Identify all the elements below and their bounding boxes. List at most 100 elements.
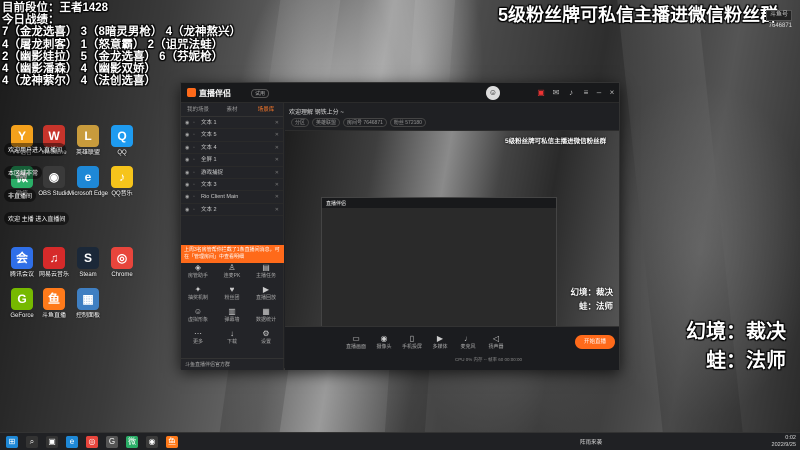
category-value[interactable]: 英雄联盟 xyxy=(312,118,341,127)
source-item[interactable]: ◉ ▫ 文本 4 ✕ xyxy=(181,142,283,155)
taskbar-task-view-icon[interactable]: ▣ xyxy=(46,436,58,448)
tool-button[interactable]: ▦ 数据统计 xyxy=(249,307,283,329)
tool-button[interactable]: ⚙ 设置 xyxy=(249,329,283,351)
gift-icon[interactable]: ▣ xyxy=(536,88,546,98)
tool-button[interactable]: ☺ 虚拟形象 xyxy=(181,307,215,329)
douyu-logo: 斗鱼号 xyxy=(765,10,792,21)
eye-icon[interactable]: ◉ xyxy=(185,167,193,179)
source-item[interactable]: ◉ ▫ 文本 5 ✕ xyxy=(181,129,283,142)
eye-icon[interactable]: ◉ xyxy=(185,129,193,141)
delete-icon[interactable]: ✕ xyxy=(275,142,279,154)
taskbar-douyu-icon[interactable]: 鱼 xyxy=(166,436,178,448)
delete-icon[interactable]: ✕ xyxy=(275,204,279,216)
taskbar-chrome-icon[interactable]: ◎ xyxy=(86,436,98,448)
tool-button[interactable]: ♙ 连麦PK xyxy=(215,263,249,285)
start-live-button[interactable]: 开始直播 xyxy=(575,335,615,349)
app-icon: S xyxy=(77,247,99,269)
avatar[interactable]: ☺ xyxy=(486,86,500,100)
tab-my-scenes[interactable]: 我的场景 xyxy=(181,103,215,116)
taskbar-wechat-icon[interactable]: 微 xyxy=(126,436,138,448)
delete-icon[interactable]: ✕ xyxy=(275,154,279,166)
menu-icon[interactable]: ≡ xyxy=(581,88,591,98)
control-button[interactable]: ▭ 直播画面 xyxy=(343,334,369,351)
tool-button[interactable]: ♥ 粉丝团 xyxy=(215,285,249,307)
official-group-link[interactable]: 斗鱼直播伴侣官方群 xyxy=(181,358,284,370)
tool-button[interactable]: ⋯ 更多 xyxy=(181,329,215,351)
source-item[interactable]: ◉ ▫ 文本 2 ✕ xyxy=(181,204,283,217)
tool-button[interactable]: ◈ 房管助手 xyxy=(181,263,215,285)
desktop-icon[interactable]: ◎ Chrome xyxy=(102,247,142,287)
eye-icon[interactable]: ◉ xyxy=(185,191,193,203)
lock-icon[interactable]: ▫ xyxy=(193,129,201,141)
system-clock[interactable]: 0:02 2022/9/25 xyxy=(772,435,796,449)
lock-icon[interactable]: ▫ xyxy=(193,142,201,154)
delete-icon[interactable]: ✕ xyxy=(275,117,279,129)
room-title[interactable]: 欢迎理解 钢铁上分 ~ xyxy=(289,107,344,116)
eye-icon[interactable]: ◉ xyxy=(185,117,193,129)
minimize-icon[interactable]: – xyxy=(594,88,604,98)
mail-icon[interactable]: ✉ xyxy=(551,88,561,98)
desktop-icon[interactable]: ▦ 控制面板 xyxy=(68,288,108,328)
lock-icon[interactable]: ▫ xyxy=(193,179,201,191)
app-logo: 直播伴侣 xyxy=(187,88,231,99)
title-bar[interactable]: 直播伴侣 试用 ☺ ▣ ✉ ♪ ≡ – × xyxy=(181,83,619,103)
eye-icon[interactable]: ◉ xyxy=(185,179,193,191)
room-number: 房间号 7646871 xyxy=(343,118,387,127)
delete-icon[interactable]: ✕ xyxy=(275,179,279,191)
lock-icon[interactable]: ▫ xyxy=(193,191,201,203)
eye-icon[interactable]: ◉ xyxy=(185,154,193,166)
tab-scene-library[interactable]: 场景库 xyxy=(249,103,283,116)
taskbar-windows-icon[interactable]: ⊞ xyxy=(6,436,18,448)
nested-title: 直播伴侣 xyxy=(322,198,556,208)
delete-icon[interactable]: ✕ xyxy=(275,167,279,179)
app-icon: G xyxy=(11,288,33,310)
lock-icon[interactable]: ▫ xyxy=(193,204,201,216)
tool-button[interactable]: ✦ 抽奖机制 xyxy=(181,285,215,307)
source-label: 游戏捕捉 xyxy=(201,169,224,176)
control-button[interactable]: ◁ 扬声器 xyxy=(483,334,509,351)
lock-icon[interactable]: ▫ xyxy=(193,154,201,166)
desktop-icon[interactable]: Q QQ xyxy=(102,125,142,165)
eye-icon[interactable]: ◉ xyxy=(185,142,193,154)
tool-icon: ▦ xyxy=(262,307,270,316)
weather-widget[interactable]: 阵雨来袭 xyxy=(580,438,602,446)
lock-icon[interactable]: ▫ xyxy=(193,167,201,179)
version-badge[interactable]: 试用 xyxy=(251,89,270,98)
tool-label: 抽奖机制 xyxy=(187,295,208,301)
bell-icon[interactable]: ♪ xyxy=(566,88,576,98)
taskbar-search-icon[interactable]: ⌕ xyxy=(26,436,38,448)
control-icon: ◁ xyxy=(492,334,500,343)
lock-icon[interactable]: ▫ xyxy=(193,117,201,129)
tab-materials[interactable]: 素材 xyxy=(215,103,249,116)
tool-button[interactable]: ↓ 下载 xyxy=(215,329,249,351)
taskbar-edge-icon[interactable]: e xyxy=(66,436,78,448)
source-item[interactable]: ◉ ▫ 文本 1 ✕ xyxy=(181,117,283,130)
tool-label: 下载 xyxy=(226,339,237,345)
control-button[interactable]: ◉ 摄像头 xyxy=(371,334,397,351)
tool-button[interactable]: ▤ 主播任务 xyxy=(249,263,283,285)
source-item[interactable]: ◉ ▫ 游戏捕捉 ✕ xyxy=(181,167,283,179)
delete-icon[interactable]: ✕ xyxy=(275,191,279,203)
close-icon[interactable]: × xyxy=(607,88,617,98)
control-icon: ▶ xyxy=(436,334,444,343)
role-labels: 幻境：裁决 蛙：法师 xyxy=(686,318,786,376)
control-button[interactable]: ♩ 麦克风 xyxy=(455,334,481,351)
tool-icon: ▥ xyxy=(228,307,236,316)
tool-button[interactable]: ▥ 弹幕墙 xyxy=(215,307,249,329)
control-button[interactable]: ▶ 多媒体 xyxy=(427,334,453,351)
source-item[interactable]: ◉ ▫ Rio Client Main ✕ xyxy=(181,191,283,204)
source-item[interactable]: ◉ ▫ 全屏 1 ✕ xyxy=(181,154,283,167)
desktop-icon[interactable]: ♪ QQ音乐 xyxy=(102,166,142,206)
tool-button[interactable]: ▶ 直播回放 xyxy=(249,285,283,307)
moderator-notice[interactable]: 上周3名房管帮你拦截了1条直播间消息，可在「管理房间」中查看明细 xyxy=(181,245,284,263)
taskbar-obs-icon[interactable]: ◉ xyxy=(146,436,158,448)
tool-label: 房管助手 xyxy=(187,273,208,279)
source-item[interactable]: ◉ ▫ 文本 3 ✕ xyxy=(181,179,283,192)
delete-icon[interactable]: ✕ xyxy=(275,129,279,141)
taskbar-g-app-icon[interactable]: G xyxy=(106,436,118,448)
tool-label: 弹幕墙 xyxy=(224,317,240,323)
control-button[interactable]: ▯ 手机投屏 xyxy=(399,334,425,351)
stream-preview[interactable]: 5级粉丝牌可私信主播进微信粉丝群 直播伴侣 幻境：裁决 蛙：法师 xyxy=(285,131,619,346)
eye-icon[interactable]: ◉ xyxy=(185,204,193,216)
source-label: 文本 4 xyxy=(201,144,217,151)
